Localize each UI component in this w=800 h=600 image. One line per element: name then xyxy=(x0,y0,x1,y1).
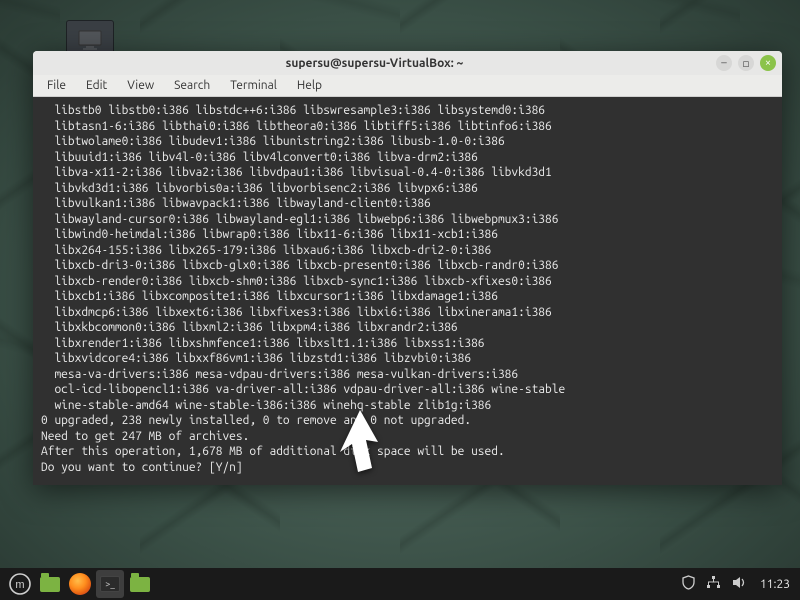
firefox-launcher[interactable] xyxy=(66,570,94,598)
menu-view[interactable]: View xyxy=(119,77,162,94)
folder-icon xyxy=(130,577,150,592)
window-close-button[interactable]: × xyxy=(760,55,776,71)
window-menubar: File Edit View Search Terminal Help xyxy=(33,75,782,97)
window-title: supersu@supersu-VirtualBox: ~ xyxy=(39,57,710,70)
folder-icon xyxy=(40,577,60,592)
start-menu-button[interactable]: m xyxy=(6,570,34,598)
terminal-window: supersu@supersu-VirtualBox: ~ – ▫ × File… xyxy=(33,51,782,485)
terminal-launcher[interactable]: >_ xyxy=(96,570,124,598)
network-icon[interactable] xyxy=(706,575,721,593)
menu-terminal[interactable]: Terminal xyxy=(222,77,285,94)
firefox-icon xyxy=(69,573,91,595)
menu-edit[interactable]: Edit xyxy=(78,77,115,94)
terminal-icon: >_ xyxy=(100,576,120,592)
menu-help[interactable]: Help xyxy=(289,77,330,94)
files-launcher[interactable] xyxy=(36,570,64,598)
shield-icon[interactable] xyxy=(681,575,696,593)
window-titlebar[interactable]: supersu@supersu-VirtualBox: ~ – ▫ × xyxy=(33,51,782,75)
svg-text:m: m xyxy=(15,579,24,591)
taskbar-panel: m >_ 11:23 xyxy=(0,568,800,600)
terminal-output[interactable]: libstb0 libstb0:i386 libstdc++6:i386 lib… xyxy=(33,97,782,485)
menu-search[interactable]: Search xyxy=(166,77,218,94)
window-maximize-button[interactable]: ▫ xyxy=(738,55,754,71)
sound-icon[interactable] xyxy=(731,575,746,593)
menu-file[interactable]: File xyxy=(39,77,74,94)
files-open-launcher[interactable] xyxy=(126,570,154,598)
panel-clock[interactable]: 11:23 xyxy=(760,578,790,591)
system-tray: 11:23 xyxy=(681,575,790,593)
window-minimize-button[interactable]: – xyxy=(716,55,732,71)
